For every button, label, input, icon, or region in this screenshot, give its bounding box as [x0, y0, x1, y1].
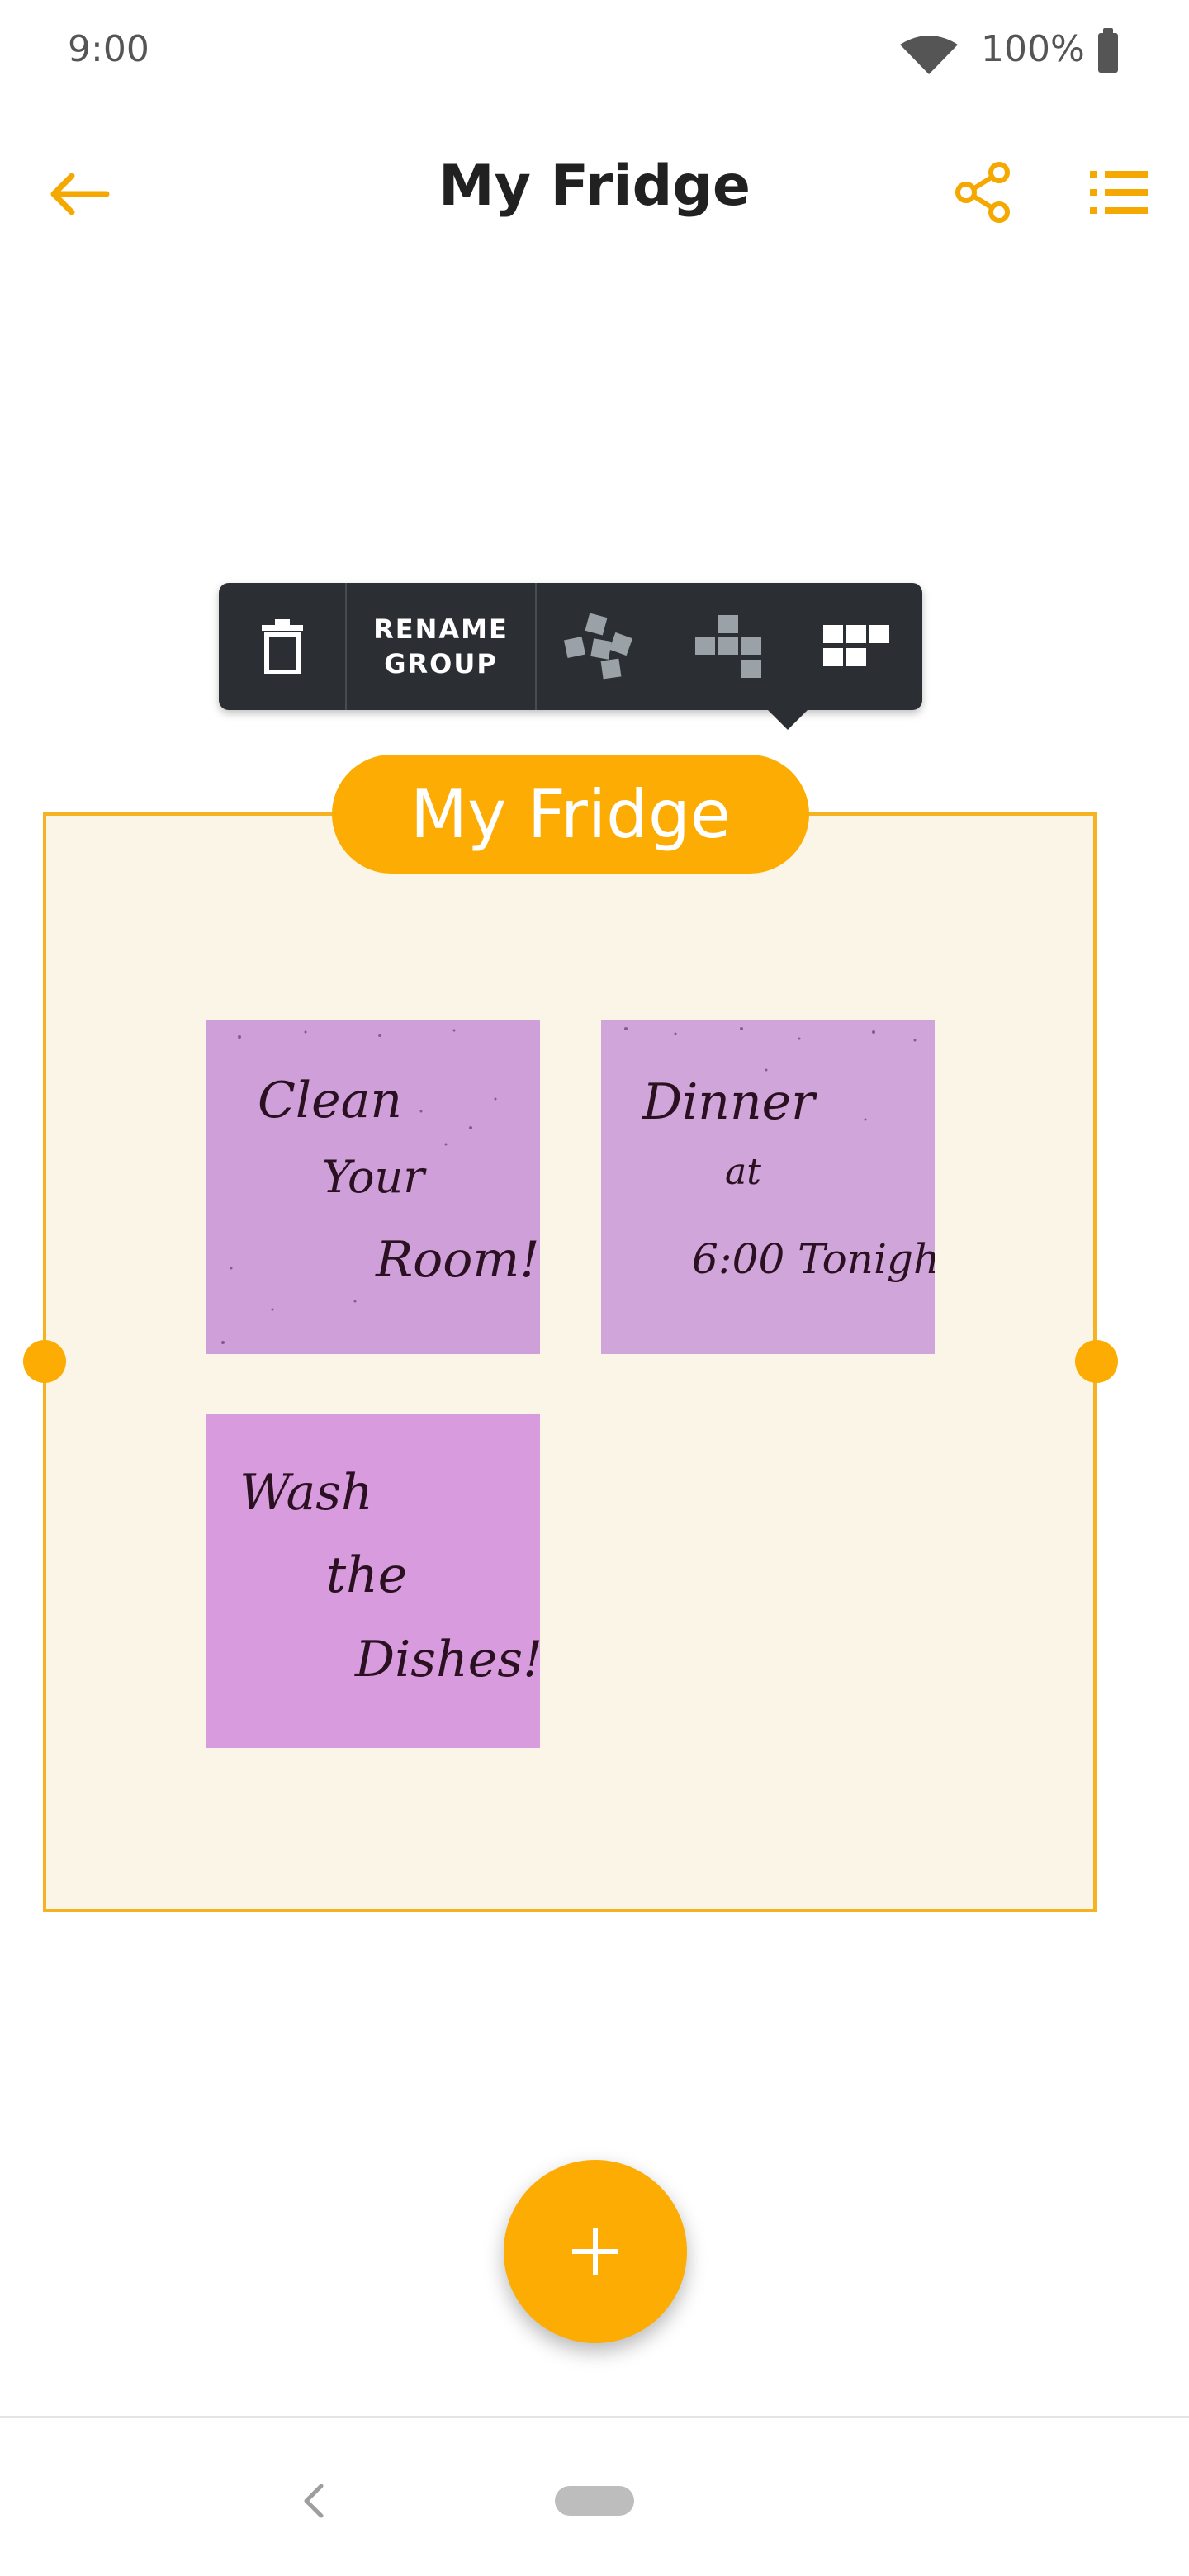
group-title[interactable]: My Fridge: [332, 755, 809, 874]
right-resize-handle[interactable]: [1075, 1340, 1118, 1383]
left-resize-handle[interactable]: [23, 1340, 66, 1383]
share-button[interactable]: [945, 155, 1020, 230]
stack-layout-icon: [694, 615, 761, 678]
trash-icon: [261, 619, 303, 674]
share-icon: [955, 162, 1010, 223]
rename-group-button[interactable]: RENAME GROUP: [347, 583, 537, 710]
group-container[interactable]: [43, 812, 1097, 1912]
scatter-layout-icon: [563, 613, 632, 680]
note-line: Dishes!: [355, 1631, 540, 1688]
battery-icon: [1098, 28, 1118, 73]
nav-home-pill[interactable]: [555, 2486, 634, 2516]
list-button[interactable]: [1082, 155, 1156, 230]
grid-layout-icon: [822, 625, 889, 666]
note-line: Wash: [239, 1464, 373, 1522]
note-line: Room!: [376, 1231, 540, 1289]
wifi-icon: [900, 36, 958, 74]
note-line: Dinner: [642, 1073, 815, 1131]
note-line: Your: [322, 1151, 425, 1203]
scatter-layout-button[interactable]: [537, 583, 665, 710]
stack-layout-button[interactable]: [665, 583, 793, 710]
note-line: the: [326, 1546, 408, 1604]
battery-percentage: 100%: [981, 28, 1085, 70]
sticky-note[interactable]: Dinner at 6:00 Tonight: [601, 1020, 935, 1354]
status-time: 9:00: [68, 28, 149, 70]
nav-back-button[interactable]: [289, 2476, 339, 2526]
plus-icon: [572, 2228, 618, 2275]
sticky-note[interactable]: Wash the Dishes!: [206, 1414, 540, 1748]
list-icon: [1090, 171, 1148, 214]
group-toolbar: RENAME GROUP: [219, 583, 922, 730]
note-line: at: [725, 1151, 761, 1193]
sticky-note[interactable]: Clean Your Room!: [206, 1020, 540, 1354]
delete-group-button[interactable]: [219, 583, 347, 710]
note-speckle-texture: [624, 1027, 917, 1121]
chevron-left-icon: [304, 2484, 324, 2518]
app-bar: My Fridge: [0, 132, 1189, 239]
add-note-button[interactable]: [504, 2160, 687, 2343]
note-line: 6:00 Tonight: [692, 1235, 935, 1283]
system-nav-bar: [0, 2416, 1189, 2576]
status-bar: 9:00 100%: [0, 0, 1189, 107]
note-line: Clean: [258, 1072, 403, 1129]
grid-layout-button[interactable]: [793, 583, 921, 710]
